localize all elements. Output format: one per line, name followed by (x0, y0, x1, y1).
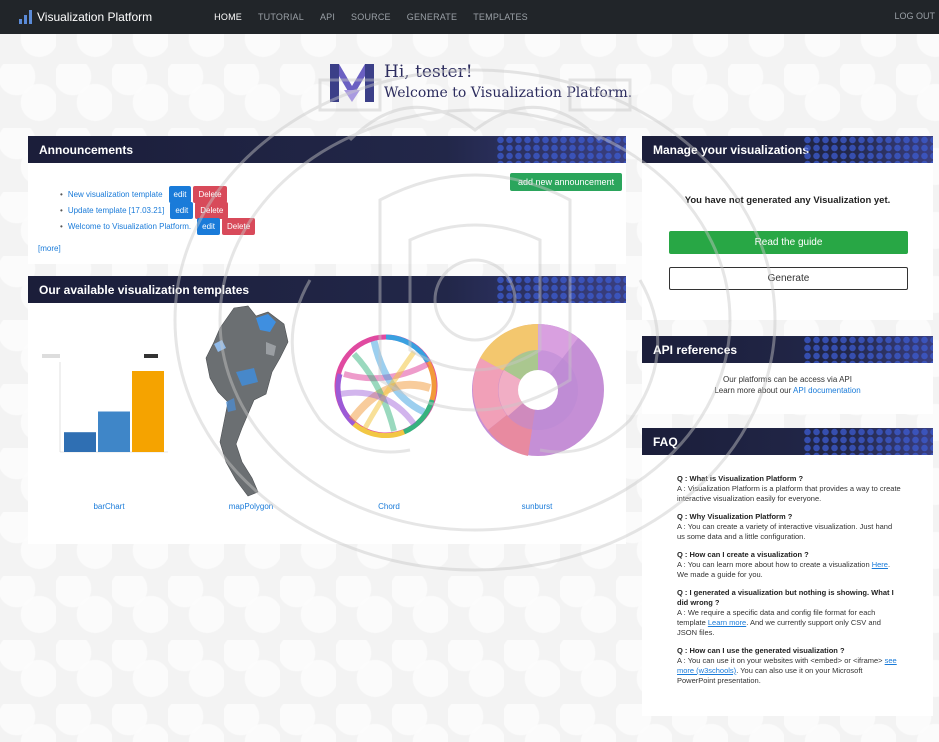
edit-button[interactable]: edit (197, 217, 221, 235)
sunburst-thumbnail[interactable] (468, 320, 608, 460)
read-guide-label: Read the guide (754, 237, 823, 248)
read-guide-button[interactable]: Read the guide (669, 231, 908, 254)
faq-question: Q : How can I create a visualization ? (677, 550, 809, 559)
nav-generate[interactable]: GENERATE (407, 12, 457, 22)
faq-answer: A : You can learn more about how to crea… (677, 560, 902, 580)
empty-message: You have not generated any Visualization… (684, 195, 891, 206)
faq-answer: A : You can use it on your websites with… (677, 656, 902, 686)
faq-item: Q : Why Visualization Platform ? A : You… (677, 512, 902, 542)
header-pattern (496, 276, 626, 303)
faq-item: Q : What is Visualization Platform ? A :… (677, 474, 902, 504)
brand[interactable]: Visualization Platform (19, 10, 152, 24)
logout-link[interactable]: LOG OUT (894, 11, 935, 21)
api-title: API references (653, 342, 738, 357)
platform-logo-icon (330, 64, 374, 102)
template-sunburst-link[interactable]: sunburst (492, 502, 582, 511)
barchart-thumbnail[interactable] (40, 348, 170, 460)
faq-panel: FAQ Q : What is Visualization Platform ?… (642, 428, 933, 716)
nav-source[interactable]: SOURCE (351, 12, 391, 22)
faq-answer: A : Visualization Platform is a platform… (677, 484, 902, 504)
faq-here-link[interactable]: Here (872, 560, 888, 569)
template-chord-link[interactable]: Chord (344, 502, 434, 511)
header-pattern (803, 428, 933, 455)
announcements-title: Announcements (39, 142, 134, 157)
faq-answer-text: A : You can create a variety of interact… (677, 522, 893, 541)
edit-button[interactable]: edit (170, 201, 194, 219)
announcements-header: Announcements (28, 136, 626, 163)
brand-logo-icon (19, 10, 32, 24)
faq-learn-more-link[interactable]: Learn more (708, 618, 746, 627)
announcement-list: New visualization template edit Delete U… (60, 185, 257, 235)
faq-item: Q : How can I use the generated visualiz… (677, 646, 902, 686)
mappolygon-thumbnail[interactable] (196, 302, 296, 502)
list-item: Update template [17.03.21] edit Delete (60, 201, 257, 219)
announcement-link[interactable]: Welcome to Visualization Platform. (68, 222, 191, 231)
api-panel: API references Our platforms can be acce… (642, 336, 933, 414)
delete-button[interactable]: Delete (222, 217, 256, 235)
api-line1: Our platforms can be access via API (723, 375, 852, 384)
hero-greeting: Hi, tester! Welcome to Visualization Pla… (330, 60, 632, 104)
brand-title: Visualization Platform (37, 10, 153, 24)
api-line2: Learn more about our API documentation (642, 385, 933, 396)
faq-answer-text: A : You can use it on your websites with… (677, 656, 885, 665)
add-announcement-label: add new announcement (518, 177, 615, 187)
faq-title: FAQ (653, 434, 678, 449)
header-pattern (803, 136, 933, 163)
faq-question: Q : What is Visualization Platform ? (677, 474, 804, 483)
welcome-text: Welcome to Visualization Platform. (384, 85, 633, 101)
announcements-panel: Announcements add new announcement New v… (28, 136, 626, 264)
top-navbar: Visualization Platform HOME TUTORIAL API… (0, 0, 939, 34)
nav-api[interactable]: API (320, 12, 335, 22)
faq-header: FAQ (642, 428, 933, 455)
announcement-link[interactable]: New visualization template (68, 190, 163, 199)
list-item: New visualization template edit Delete (60, 185, 257, 203)
nav-tutorial[interactable]: TUTORIAL (258, 12, 304, 22)
api-header: API references (642, 336, 933, 363)
faq-question: Q : I generated a visualization but noth… (677, 588, 894, 607)
manage-panel: Manage your visualizations You have not … (642, 136, 933, 320)
bar-B (98, 411, 130, 452)
faq-item: Q : How can I create a visualization ? A… (677, 550, 902, 580)
faq-answer: A : You can create a variety of interact… (677, 522, 902, 542)
announcement-link[interactable]: Update template [17.03.21] (68, 206, 165, 215)
templates-title: Our available visualization templates (39, 282, 250, 297)
edit-button[interactable]: edit (168, 185, 192, 203)
nav-menu: HOME TUTORIAL API SOURCE GENERATE TEMPLA… (214, 12, 528, 22)
manage-header: Manage your visualizations (642, 136, 933, 163)
faq-answer-text: A : Visualization Platform is a platform… (677, 484, 901, 503)
faq-question: Q : Why Visualization Platform ? (677, 512, 793, 521)
nav-templates[interactable]: TEMPLATES (473, 12, 528, 22)
list-item: Welcome to Visualization Platform. edit … (60, 217, 257, 235)
generate-label: Generate (767, 273, 810, 284)
nav-home[interactable]: HOME (214, 12, 242, 22)
delete-button[interactable]: Delete (195, 201, 229, 219)
faq-question: Q : How can I use the generated visualiz… (677, 646, 845, 655)
delete-button[interactable]: Delete (193, 185, 227, 203)
header-pattern (496, 136, 626, 163)
faq-answer: A : We require a specific data and confi… (677, 608, 902, 638)
header-pattern (803, 336, 933, 363)
template-mappolygon-link[interactable]: mapPolygon (206, 502, 296, 511)
template-barchart-link[interactable]: barChart (64, 502, 154, 511)
faq-item: Q : I generated a visualization but noth… (677, 588, 902, 638)
manage-title: Manage your visualizations (653, 142, 810, 157)
api-line2-prefix: Learn more about our (714, 386, 794, 395)
api-documentation-link[interactable]: API documentation (793, 386, 861, 395)
bar-C (132, 371, 164, 452)
greeting-text: Hi, tester! (384, 62, 473, 82)
bar-A (64, 432, 96, 452)
templates-panel: Our available visualization templates ba… (28, 276, 626, 544)
templates-header: Our available visualization templates (28, 276, 626, 303)
more-announcements-link[interactable]: [more] (38, 244, 61, 253)
faq-answer-text: A : You can learn more about how to crea… (677, 560, 872, 569)
add-announcement-button[interactable]: add new announcement (510, 173, 623, 191)
generate-button[interactable]: Generate (669, 267, 908, 290)
faq-list: Q : What is Visualization Platform ? A :… (677, 474, 902, 694)
chord-thumbnail[interactable] (334, 334, 438, 438)
api-text: Our platforms can be access via API Lear… (642, 374, 933, 396)
